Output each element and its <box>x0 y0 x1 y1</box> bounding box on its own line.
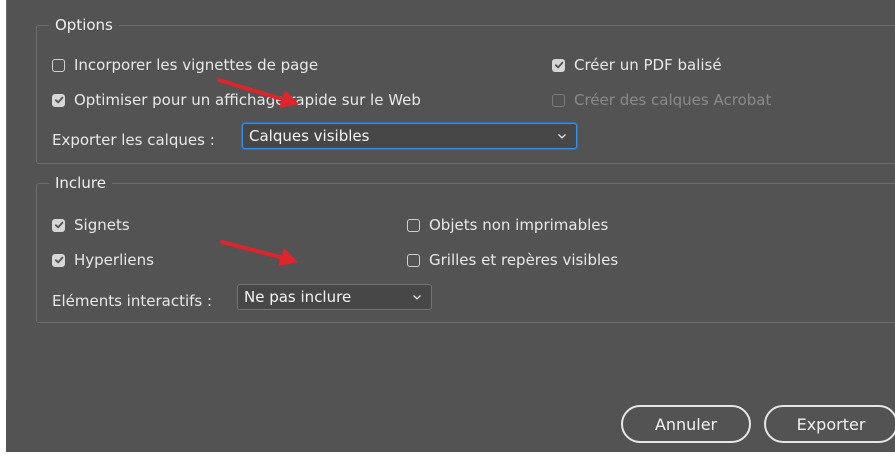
hyperliens-checkbox[interactable]: Hyperliens <box>52 251 154 269</box>
dialog-left-border <box>6 0 7 400</box>
incorporer-vignettes-checkbox[interactable]: Incorporer les vignettes de page <box>52 56 318 74</box>
annuler-button[interactable]: Annuler <box>621 405 751 443</box>
grilles-reperes-checkbox[interactable]: Grilles et repères visibles <box>407 251 618 269</box>
checkbox-checked-icon[interactable] <box>52 93 65 107</box>
checkbox-disabled-icon <box>552 93 565 107</box>
chevron-down-icon <box>413 295 421 300</box>
elements-interactifs-label-text: Eléments interactifs : <box>52 292 213 310</box>
elements-interactifs-label: Eléments interactifs : <box>52 292 212 310</box>
pdf-export-dialog: Options Incorporer les vignettes de page… <box>6 0 895 452</box>
chevron-down-icon <box>558 134 566 139</box>
signets-label: Signets <box>74 216 130 234</box>
exporter-calques-label: Exporter les calques : <box>52 131 215 149</box>
inclure-group: Inclure Signets Objets non imprimables H… <box>36 174 895 323</box>
hyperliens-label: Hyperliens <box>74 251 154 269</box>
creer-calques-acrobat-label: Créer des calques Acrobat <box>574 91 772 109</box>
options-group: Options Incorporer les vignettes de page… <box>36 16 895 164</box>
signets-checkbox[interactable]: Signets <box>52 216 130 234</box>
checkbox-unchecked-icon[interactable] <box>52 58 65 72</box>
objets-non-imprimables-checkbox[interactable]: Objets non imprimables <box>407 216 608 234</box>
options-legend: Options <box>55 16 113 34</box>
exporter-calques-label-text: Exporter les calques : <box>52 131 215 149</box>
checkbox-checked-icon[interactable] <box>52 218 65 232</box>
creer-calques-acrobat-checkbox: Créer des calques Acrobat <box>552 91 771 109</box>
exporter-button[interactable]: Exporter <box>764 405 895 443</box>
creer-pdf-balise-label: Créer un PDF balisé <box>574 56 722 74</box>
exporter-calques-value: Calques visibles <box>249 127 370 145</box>
elements-interactifs-select[interactable]: Ne pas inclure <box>237 284 432 310</box>
checkbox-checked-icon[interactable] <box>52 253 65 267</box>
objets-non-imprimables-label: Objets non imprimables <box>429 216 609 234</box>
checkbox-unchecked-icon[interactable] <box>407 253 420 267</box>
exporter-calques-select[interactable]: Calques visibles <box>242 123 577 149</box>
checkbox-checked-icon[interactable] <box>552 58 565 72</box>
optimiser-web-label: Optimiser pour un affichage rapide sur l… <box>74 91 421 109</box>
grilles-reperes-label: Grilles et repères visibles <box>429 251 619 269</box>
elements-interactifs-value: Ne pas inclure <box>244 288 352 306</box>
creer-pdf-balise-checkbox[interactable]: Créer un PDF balisé <box>552 56 722 74</box>
checkbox-unchecked-icon[interactable] <box>407 218 420 232</box>
inclure-legend: Inclure <box>55 174 106 192</box>
incorporer-vignettes-label: Incorporer les vignettes de page <box>74 56 319 74</box>
optimiser-web-checkbox[interactable]: Optimiser pour un affichage rapide sur l… <box>52 91 421 109</box>
